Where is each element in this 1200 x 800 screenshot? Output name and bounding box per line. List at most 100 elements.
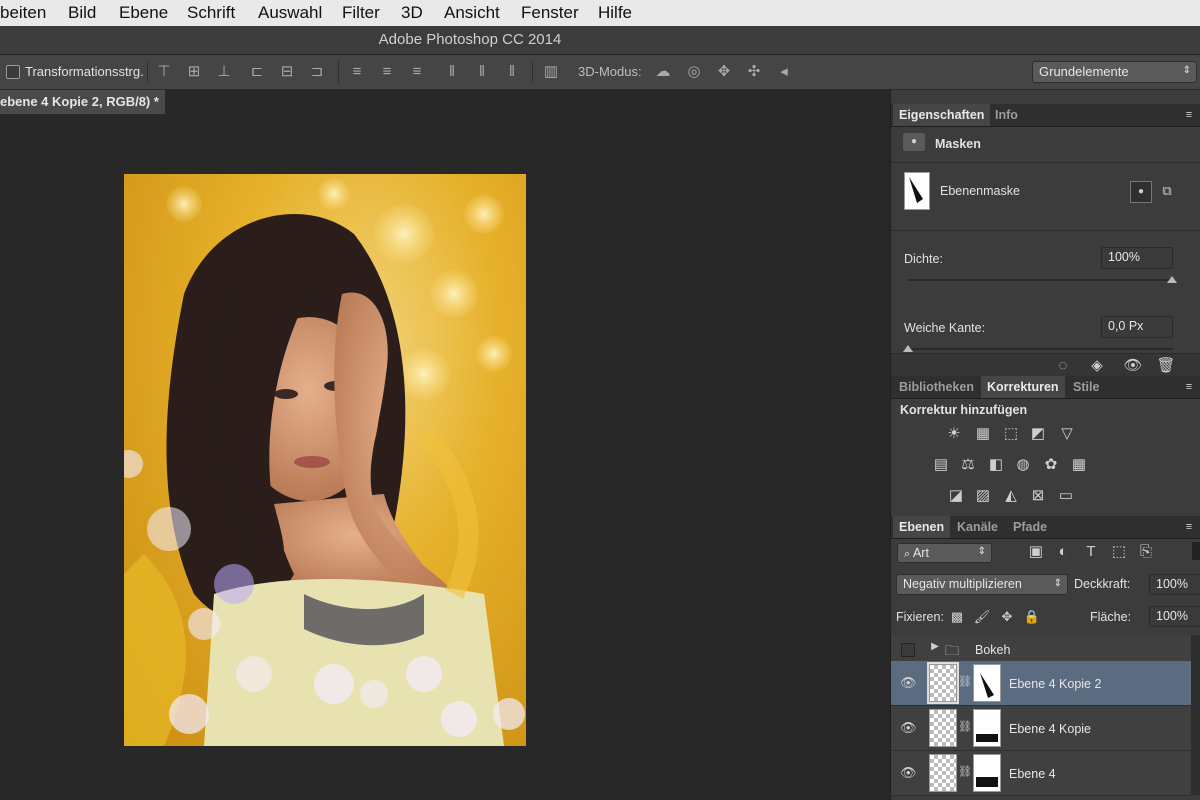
invert-icon[interactable]: ◪ (946, 486, 966, 506)
feather-field[interactable]: 0,0 Px (1101, 316, 1173, 338)
tab-korrekturen[interactable]: Korrekturen (981, 376, 1065, 398)
menu-filter[interactable]: Filter (342, 3, 380, 23)
layer-row-ebene-4-kopie-2[interactable]: 👁 ⛓ Ebene 4 Kopie 2 (891, 661, 1191, 706)
menu-fenster[interactable]: Fenster (521, 3, 579, 23)
3d-scale-icon[interactable]: ◂ (775, 64, 793, 80)
transform-controls-checkbox[interactable] (6, 65, 20, 79)
tab-kanaele[interactable]: Kanäle (951, 516, 1004, 538)
posterize-icon[interactable]: ▨ (973, 486, 993, 506)
tab-info[interactable]: Info (989, 104, 1024, 126)
3d-orbit-icon[interactable]: ☁ (654, 64, 672, 80)
menu-3d[interactable]: 3D (401, 3, 423, 23)
density-slider-track[interactable] (907, 279, 1173, 281)
apply-mask-icon[interactable]: ◈ (1087, 356, 1107, 376)
layer-mask-thumbnail[interactable] (973, 709, 1001, 747)
layer-filter-select[interactable]: ⌕ Art ⇕ (897, 543, 992, 563)
blend-mode-select[interactable]: Negativ multiplizieren ⇕ (896, 574, 1068, 595)
link-icon[interactable]: ⛓ (957, 765, 973, 778)
exposure-icon[interactable]: ◩ (1028, 424, 1048, 444)
lock-all-icon[interactable]: 🔒 (1022, 607, 1042, 627)
hue-saturation-icon[interactable]: ▤ (931, 455, 951, 475)
distribute-bottom-icon[interactable]: ≡ (408, 64, 426, 80)
curves-icon[interactable]: ⬚ (1001, 424, 1021, 444)
pixel-mask-icon[interactable]: ● (1130, 181, 1152, 203)
tab-bibliotheken[interactable]: Bibliotheken (893, 376, 980, 398)
layer-mask-thumbnail[interactable] (973, 754, 1001, 792)
lock-pixels-icon[interactable]: 🖌 (972, 607, 992, 627)
vibrance-icon[interactable]: ▽ (1057, 424, 1077, 444)
filter-toggle[interactable] (1192, 542, 1200, 560)
gradient-map-icon[interactable]: ▭ (1056, 486, 1076, 506)
layer-mask-thumbnail[interactable] (904, 172, 930, 210)
align-hcenter-icon[interactable]: ⊟ (278, 64, 296, 80)
feather-slider-track[interactable] (907, 348, 1173, 350)
3d-pan-icon[interactable]: ✥ (715, 64, 733, 80)
tab-pfade[interactable]: Pfade (1007, 516, 1053, 538)
fill-field[interactable]: 100% (1149, 606, 1200, 627)
menu-schrift[interactable]: Schrift (187, 3, 235, 23)
selective-color-icon[interactable]: ⊠ (1028, 486, 1048, 506)
visibility-eye-icon[interactable]: 👁 (1123, 356, 1143, 376)
levels-icon[interactable]: ▦ (973, 424, 993, 444)
align-right-icon[interactable]: ⊐ (308, 64, 326, 80)
distribute-hcenter-icon[interactable]: ‖ (473, 64, 491, 80)
filter-type-icon[interactable]: T (1081, 542, 1101, 562)
adjustments-menu-icon[interactable]: ≡ (1179, 377, 1199, 397)
eye-icon[interactable]: 👁 (900, 675, 917, 691)
lock-position-icon[interactable]: ✥ (997, 607, 1017, 627)
menu-auswahl[interactable]: Auswahl (258, 3, 322, 23)
layer-row-ebene-4[interactable]: 👁 ⛓ Ebene 4 (891, 751, 1191, 796)
layer-mask-thumbnail[interactable] (973, 664, 1001, 702)
brightness-contrast-icon[interactable]: ☀ (944, 424, 964, 444)
black-white-icon[interactable]: ◧ (986, 455, 1006, 475)
channel-mixer-icon[interactable]: ✿ (1041, 455, 1061, 475)
link-icon[interactable]: ⛓ (957, 720, 973, 733)
document-tab[interactable]: ebene 4 Kopie 2, RGB/8) * (0, 90, 165, 114)
lock-transparent-icon[interactable]: ▩ (947, 607, 967, 627)
opacity-field[interactable]: 100% (1149, 574, 1200, 595)
panel-menu-icon[interactable]: ≡ (1179, 105, 1199, 125)
menu-image[interactable]: beiten (0, 3, 46, 23)
layers-scrollbar[interactable] (1191, 635, 1200, 795)
align-top-icon[interactable]: ⊤ (155, 64, 173, 80)
auto-align-icon[interactable]: ▥ (542, 64, 560, 80)
distribute-right-icon[interactable]: ‖ (503, 64, 521, 80)
color-lookup-icon[interactable]: ▦ (1069, 455, 1089, 475)
density-field[interactable]: 100% (1101, 247, 1173, 269)
link-icon[interactable]: ⛓ (957, 675, 973, 688)
layers-menu-icon[interactable]: ≡ (1179, 517, 1199, 537)
distribute-vcenter-icon[interactable]: ≡ (378, 64, 396, 80)
align-left-icon[interactable]: ⊏ (248, 64, 266, 80)
photo-filter-icon[interactable]: ◍ (1013, 455, 1033, 475)
menu-bild[interactable]: Bild (68, 3, 96, 23)
distribute-left-icon[interactable]: ‖ (443, 64, 461, 80)
color-balance-icon[interactable]: ⚖ (958, 455, 978, 475)
visibility-toggle[interactable] (901, 643, 915, 657)
layer-row-ebene-4-kopie[interactable]: 👁 ⛓ Ebene 4 Kopie (891, 706, 1191, 751)
align-vcenter-icon[interactable]: ⊞ (185, 64, 203, 80)
canvas-photo[interactable] (124, 174, 526, 746)
filter-adjustment-icon[interactable]: ◐ (1053, 542, 1073, 562)
tab-eigenschaften[interactable]: Eigenschaften (893, 104, 991, 126)
filter-smart-object-icon[interactable]: ⎘ (1136, 542, 1156, 562)
3d-slide-icon[interactable]: ✣ (745, 64, 763, 80)
menu-hilfe[interactable]: Hilfe (598, 3, 632, 23)
tab-ebenen[interactable]: Ebenen (893, 516, 951, 538)
expand-triangle-icon[interactable]: ▶ (927, 641, 943, 652)
feather-slider-handle[interactable] (903, 345, 913, 352)
3d-roll-icon[interactable]: ◎ (685, 64, 703, 80)
distribute-top-icon[interactable]: ≡ (348, 64, 366, 80)
menu-ansicht[interactable]: Ansicht (444, 3, 500, 23)
tab-stile[interactable]: Stile (1067, 376, 1105, 398)
delete-mask-icon[interactable]: 🗑 (1156, 356, 1176, 376)
threshold-icon[interactable]: ◭ (1001, 486, 1021, 506)
filter-pixel-icon[interactable]: ▣ (1026, 542, 1046, 562)
filter-shape-icon[interactable]: ⬚ (1109, 542, 1129, 562)
load-selection-icon[interactable]: ◌ (1053, 356, 1073, 376)
workspace-select[interactable]: Grundelemente ⇕ (1032, 61, 1197, 83)
vector-mask-icon[interactable]: ⧉ (1157, 181, 1177, 201)
align-bottom-icon[interactable]: ⊥ (215, 64, 233, 80)
density-slider-handle[interactable] (1167, 276, 1177, 283)
menu-ebene[interactable]: Ebene (119, 3, 168, 23)
eye-icon[interactable]: 👁 (900, 765, 917, 781)
